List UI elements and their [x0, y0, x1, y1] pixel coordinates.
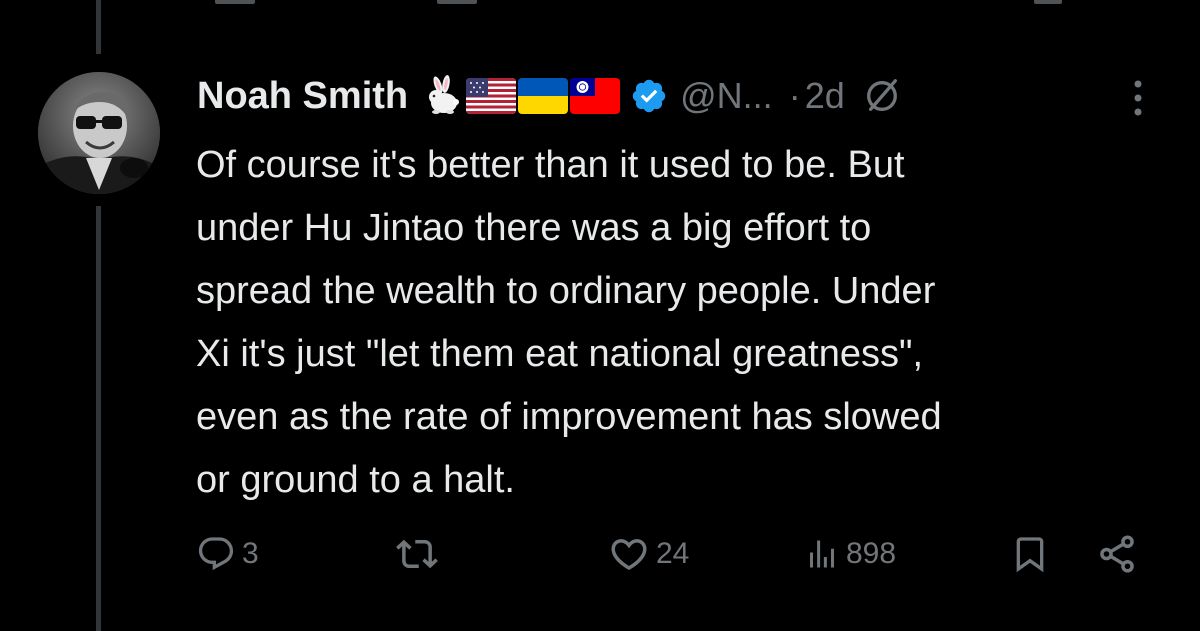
more-options-icon[interactable]: [1126, 74, 1150, 122]
verified-badge-icon[interactable]: [630, 77, 668, 115]
tweet-header: Noah Smith @N... · 2d: [197, 68, 901, 124]
tweet-text: Of course it's better than it used to be…: [196, 144, 942, 501]
author-display-name[interactable]: Noah Smith: [197, 75, 408, 118]
views-button[interactable]: 898: [804, 532, 896, 576]
like-count: 24: [656, 537, 690, 570]
thread-line: [96, 0, 101, 54]
avatar-image: [38, 72, 160, 194]
views-chart-icon: [810, 540, 834, 568]
view-count: 898: [846, 537, 897, 570]
bookmark-button[interactable]: [1010, 532, 1050, 576]
reply-count: 3: [242, 537, 259, 570]
reply-icon: [198, 537, 234, 571]
repost-icon: [396, 539, 438, 569]
grok-icon[interactable]: [863, 77, 901, 115]
share-button[interactable]: [1096, 532, 1138, 576]
us-flag-icon: [466, 78, 517, 114]
taiwan-flag-icon: [570, 78, 621, 114]
repost-button[interactable]: [396, 532, 444, 576]
like-button[interactable]: 24: [608, 532, 689, 576]
rabbit-emoji-icon: [429, 75, 460, 114]
thread-line: [96, 206, 101, 631]
avatar[interactable]: [38, 72, 160, 194]
separator-dot: ·: [788, 75, 801, 116]
bookmark-icon: [1016, 537, 1044, 573]
timestamp[interactable]: 2d: [805, 75, 845, 117]
author-handle[interactable]: @N...: [680, 75, 773, 117]
ukraine-flag-icon: [518, 78, 569, 114]
share-icon: [1100, 535, 1134, 573]
name-emojis: [422, 75, 621, 117]
heart-icon: [611, 539, 647, 571]
reply-button[interactable]: 3: [196, 532, 259, 576]
